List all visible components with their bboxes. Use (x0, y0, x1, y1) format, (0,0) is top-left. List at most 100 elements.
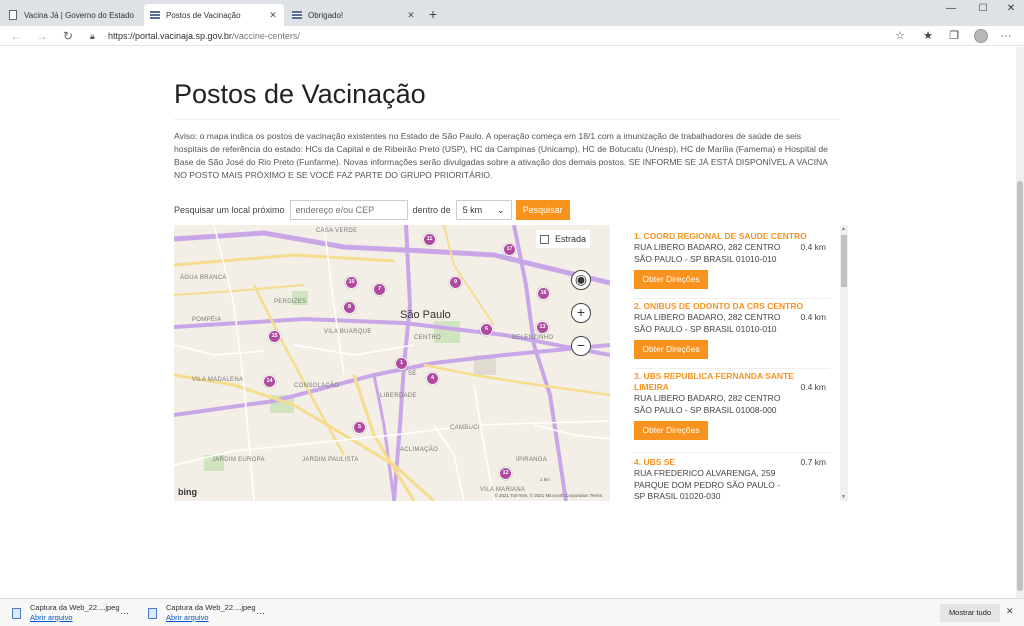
map-pin[interactable]: 17 (503, 243, 516, 256)
forward-arrow-icon[interactable]: → (34, 28, 50, 44)
zoom-in-icon[interactable]: + (571, 303, 591, 323)
result-distance: 0.4 km (800, 312, 826, 322)
page-title: Postos de Vacinação (174, 79, 426, 109)
star-icon[interactable]: ☆ (892, 28, 908, 44)
result-name[interactable]: 1. COORD REGIONAL DE SAUDE CENTRO (634, 231, 830, 242)
page-scrollbar[interactable] (1016, 47, 1024, 598)
map-label: Água Branca (180, 275, 227, 281)
download-bar: Captura da Web_22....jpeg Abrir arquivo … (0, 598, 1024, 626)
map-pin[interactable]: 6 (480, 323, 493, 336)
show-all-button[interactable]: Mostrar tudo (940, 604, 1000, 622)
divider (634, 298, 830, 299)
map-pin[interactable]: 11 (423, 233, 436, 246)
scrollbar-thumb[interactable] (1017, 181, 1023, 591)
tab-postos-de-vacinacao[interactable]: Postos de Vacinação ✕ (144, 4, 284, 26)
locate-me-icon[interactable]: ◉ (571, 270, 591, 290)
lock-icon: 🔒︎ (90, 30, 95, 41)
map-pin[interactable]: 16 (537, 287, 550, 300)
search-input[interactable] (289, 200, 408, 220)
new-tab-button[interactable]: + (426, 6, 440, 22)
maximize-button[interactable]: ☐ (968, 3, 998, 19)
open-file-link[interactable]: Abrir arquivo (166, 613, 256, 623)
map-pin[interactable]: 5 (353, 421, 366, 434)
map-city-label: São Paulo (400, 309, 451, 321)
notice-text: Aviso: o mapa indica os postos de vacina… (174, 131, 828, 180)
map-pin[interactable]: 4 (426, 372, 439, 385)
get-directions-button[interactable]: Obter Direções (634, 340, 708, 359)
chevron-down-icon: ⌄ (497, 204, 505, 215)
list-item: 1. COORD REGIONAL DE SAUDE CENTRO 0.4 km… (634, 231, 830, 289)
map-label: Ipiranga (516, 457, 548, 463)
results-scrollbar[interactable]: ▲ ▼ (840, 225, 848, 501)
download-item[interactable]: Captura da Web_22....jpeg Abrir arquivo … (148, 603, 272, 623)
result-address: RUA LIBERO BADARO, 282 CENTRO SÃO PAULO … (634, 393, 781, 415)
result-address: RUA LIBERO BADARO, 282 CENTRO SÃO PAULO … (634, 312, 781, 334)
tab-label: Vacina Já | Governo do Estado d (24, 10, 136, 20)
close-window-button[interactable]: ✕ (996, 3, 1024, 19)
open-file-link[interactable]: Abrir arquivo (30, 613, 120, 623)
zoom-out-icon[interactable]: − (571, 336, 591, 356)
map-pin[interactable]: 12 (499, 467, 512, 480)
map-pin[interactable]: 10 (345, 276, 358, 289)
avatar[interactable] (974, 29, 988, 43)
close-icon[interactable]: ✕ (406, 10, 416, 21)
map-copyright: © 2021 TomTom, © 2021 Microsoft Corporat… (494, 493, 602, 498)
map-label: Belenzinho (512, 335, 554, 341)
map-pin[interactable]: 14 (263, 375, 276, 388)
map-label: Centro (414, 335, 442, 341)
divider (634, 368, 830, 369)
divider (174, 119, 840, 120)
map-label: Liberdade (380, 393, 417, 399)
site-flag-icon (150, 10, 160, 20)
minimize-button[interactable]: — (936, 3, 966, 19)
map-pin[interactable]: 1 (395, 357, 408, 370)
result-address: RUA LIBERO BADARO, 282 CENTRO SÃO PAULO … (634, 242, 781, 264)
map-label: Perdizes (274, 299, 307, 305)
more-menu-icon[interactable]: ··· (998, 28, 1014, 44)
tab-vacina-ja[interactable]: Vacina Já | Governo do Estado d (2, 4, 142, 26)
url-path: /vaccine-centers/ (231, 31, 300, 41)
map-label: Jardim Paulista (302, 457, 359, 463)
scroll-down-icon[interactable]: ▼ (841, 494, 846, 500)
map-label: Consolação (294, 383, 340, 389)
map-pin[interactable]: 13 (536, 321, 549, 334)
list-item: 3. UBS REPUBLICA FERNANDA SANTE LIMEIRA … (634, 371, 830, 440)
scrollbar-thumb[interactable] (841, 235, 847, 287)
collections-icon[interactable]: ❐ (946, 28, 962, 44)
within-label: dentro de (412, 205, 451, 215)
distance-value: 5 km (462, 205, 483, 215)
more-options-icon[interactable]: ··· (256, 608, 265, 618)
map[interactable]: Casa Verde Água Branca Perdizes Vila Bua… (174, 225, 610, 501)
layer-toggle-label: Estrada (555, 234, 587, 244)
get-directions-button[interactable]: Obter Direções (634, 421, 708, 440)
scroll-up-icon[interactable]: ▲ (841, 226, 846, 232)
map-pin[interactable]: 8 (343, 301, 356, 314)
address-toolbar: ← → ↻ 🔒︎ https://portal.vacinaja.sp.gov.… (0, 26, 1024, 46)
get-directions-button[interactable]: Obter Direções (634, 270, 708, 289)
close-icon[interactable]: ✕ (1006, 606, 1014, 617)
site-flag-icon (292, 10, 302, 20)
map-label: Pompéia (192, 317, 222, 323)
search-row: Pesquisar um local próximo dentro de 5 k… (174, 200, 570, 220)
scale-bar: 1 km (540, 477, 550, 482)
address-bar[interactable]: 🔒︎ https://portal.vacinaja.sp.gov.br/vac… (90, 29, 910, 43)
back-arrow-icon[interactable]: ← (8, 28, 24, 44)
layers-icon (540, 234, 549, 244)
result-address: RUA FREDERICO ALVARENGA, 259 PARQUE DOM … (634, 468, 781, 501)
result-distance: 0.7 km (800, 457, 826, 467)
tab-obrigado[interactable]: Obrigado! ✕ (286, 4, 422, 26)
road-layer-toggle[interactable]: Estrada (536, 230, 590, 248)
distance-select[interactable]: 5 km ⌄ (455, 200, 512, 220)
result-name[interactable]: 2. ONIBUS DE ODONTO DA CRS CENTRO (634, 301, 830, 312)
search-button[interactable]: Pesquisar (515, 200, 570, 220)
map-pin[interactable]: 9 (449, 276, 462, 289)
refresh-icon[interactable]: ↻ (60, 28, 76, 44)
close-icon[interactable]: ✕ (268, 10, 278, 21)
map-pin[interactable]: 15 (268, 330, 281, 343)
map-label: Jardim Europa (212, 457, 265, 463)
map-pin[interactable]: 7 (373, 283, 386, 296)
favorites-icon[interactable]: ★ (920, 28, 936, 44)
more-options-icon[interactable]: ··· (120, 608, 129, 618)
result-name[interactable]: 3. UBS REPUBLICA FERNANDA SANTE LIMEIRA (634, 371, 794, 393)
download-item[interactable]: Captura da Web_22....jpeg Abrir arquivo … (12, 603, 136, 623)
